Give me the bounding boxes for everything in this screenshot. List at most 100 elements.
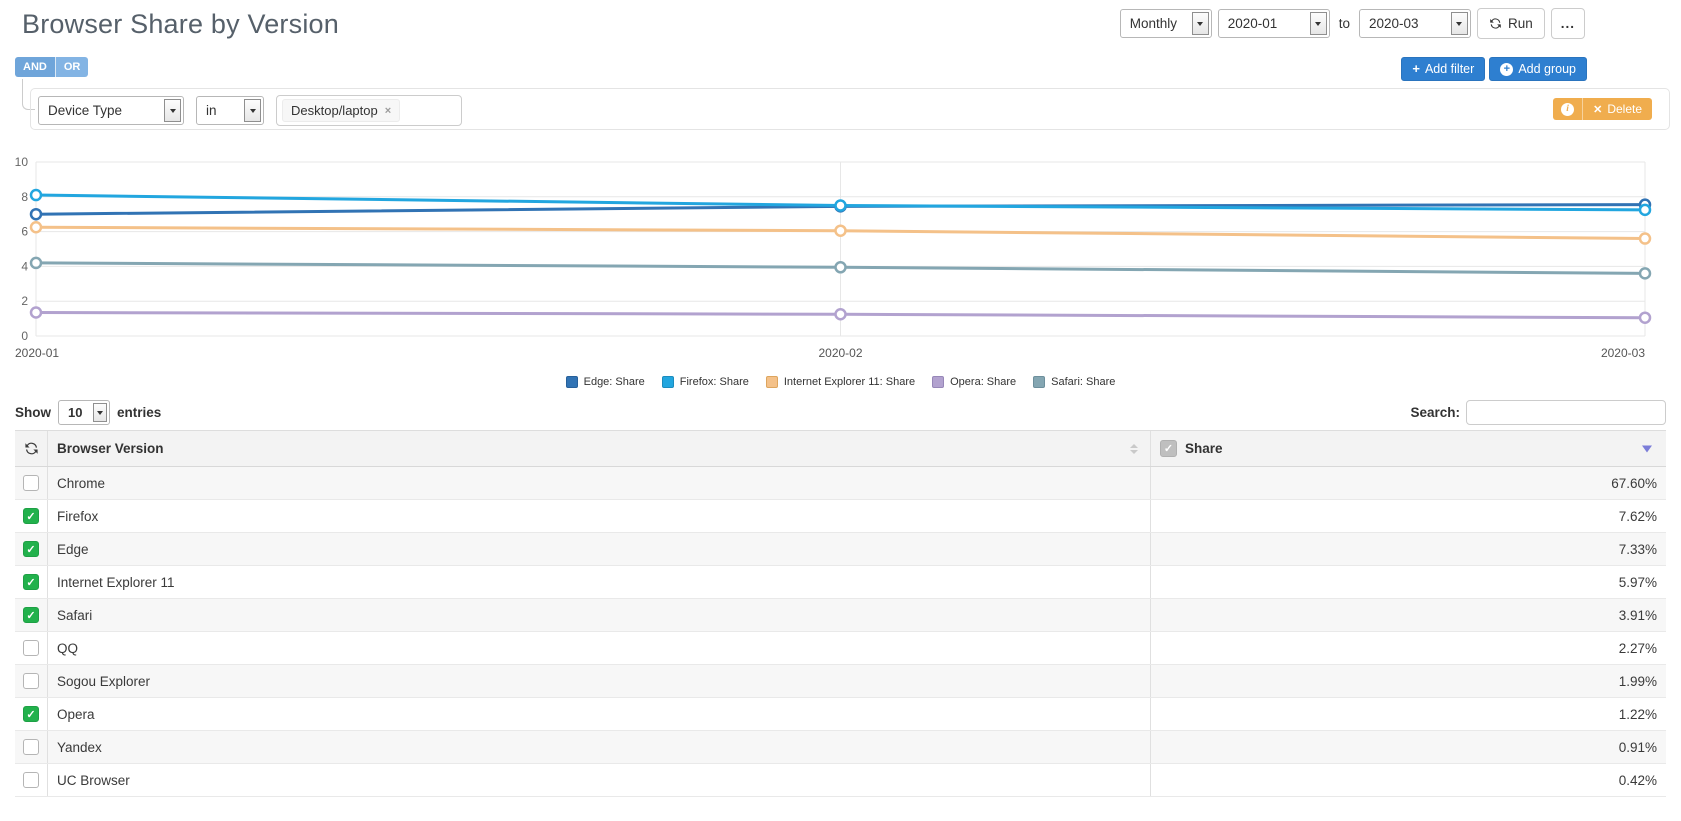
delete-filter-button[interactable]: ✕ Delete [1583, 102, 1652, 116]
filter-group-panel: Device Type in Desktop/laptop × i ✕ Dele… [30, 88, 1670, 130]
search-input[interactable] [1466, 400, 1666, 425]
add-group-button[interactable]: + Add group [1489, 57, 1587, 81]
sort-icon[interactable] [1130, 443, 1138, 454]
granularity-select[interactable]: Monthly [1119, 9, 1212, 38]
chevron-down-icon[interactable] [244, 99, 261, 122]
share-header-label: Share [1185, 441, 1223, 456]
row-checkbox-unchecked[interactable] [23, 772, 39, 788]
svg-text:0: 0 [21, 329, 28, 343]
browser-version-column-header[interactable]: Browser Version [48, 431, 1150, 466]
browser-version-header-label: Browser Version [57, 441, 164, 456]
legend-item[interactable]: Internet Explorer 11: Share [765, 376, 915, 388]
or-toggle[interactable]: OR [55, 57, 89, 77]
table-row: Sogou Explorer 1.99% [15, 665, 1666, 698]
svg-text:6: 6 [21, 225, 28, 239]
date-to-value: 2020-03 [1368, 16, 1419, 31]
row-checkbox-checked[interactable]: ✓ [23, 574, 39, 590]
add-group-label: Add group [1518, 62, 1576, 76]
browser-name-cell: Safari [57, 607, 93, 623]
browser-name-cell: Sogou Explorer [57, 673, 151, 689]
filter-value-tag: Desktop/laptop × [282, 99, 401, 122]
close-icon: ✕ [1593, 103, 1603, 116]
table-row: Chrome 67.60% [15, 467, 1666, 500]
table-body: Chrome 67.60% ✓ Firefox 7.62% ✓ Edge 7.33% ✓ Inte… [15, 467, 1666, 797]
row-checkbox-checked[interactable]: ✓ [23, 508, 39, 524]
row-checkbox-unchecked[interactable] [23, 673, 39, 689]
legend-swatch [765, 376, 778, 388]
row-checkbox-unchecked[interactable] [23, 739, 39, 755]
legend-item[interactable]: Edge: Share [565, 376, 645, 388]
share-value-cell: 7.62% [1150, 500, 1666, 532]
and-toggle[interactable]: AND [15, 57, 56, 77]
legend-label: Edge: Share [583, 376, 645, 388]
share-column-header[interactable]: ✓ Share [1150, 431, 1666, 466]
page-size-control: Show 10 entries [15, 400, 161, 425]
table-row: ✓ Safari 3.91% [15, 599, 1666, 632]
filter-operator-value: in [206, 103, 217, 118]
row-select-cell [15, 632, 48, 664]
row-checkbox-checked[interactable]: ✓ [23, 706, 39, 722]
row-select-cell: ✓ [15, 566, 48, 598]
filter-field-value: Device Type [48, 103, 123, 118]
browser-name-cell: Yandex [57, 739, 102, 755]
filter-operator-select[interactable]: in [196, 96, 264, 125]
legend-item[interactable]: Opera: Share [932, 376, 1016, 388]
refresh-icon[interactable] [24, 441, 39, 456]
legend-swatch [1033, 376, 1046, 388]
date-from-select[interactable]: 2020-01 [1217, 9, 1330, 38]
chevron-down-icon[interactable] [1450, 12, 1468, 35]
row-checkbox-unchecked[interactable] [23, 640, 39, 656]
report-page: Browser Share by Version Monthly 2020-01… [0, 0, 1681, 821]
circle-plus-icon: + [1500, 62, 1514, 76]
legend-label: Firefox: Share [679, 376, 749, 388]
chevron-down-icon[interactable] [1309, 12, 1327, 35]
share-value-cell: 7.33% [1150, 533, 1666, 565]
more-options-button[interactable]: ... [1550, 8, 1585, 39]
share-value-cell: 0.91% [1150, 731, 1666, 763]
row-select-cell: ✓ [15, 500, 48, 532]
chart-legend: Edge: Share Firefox: Share Internet Explor… [15, 376, 1666, 388]
row-checkbox-checked[interactable]: ✓ [23, 607, 39, 623]
filter-info-button[interactable]: i [1553, 98, 1584, 120]
browser-share-table: Browser Version ✓ Share Chrome 67.60% ✓ Fir… [15, 430, 1666, 797]
svg-text:2020-01: 2020-01 [15, 346, 59, 360]
row-checkbox-unchecked[interactable] [23, 475, 39, 491]
browser-name-cell: Opera [57, 706, 95, 722]
share-line-chart: 0 2 4 6 8 10 2020-01 2020-02 2020-03 [15, 155, 1652, 360]
sort-descending-icon[interactable] [1642, 445, 1652, 452]
row-select-cell: ✓ [15, 533, 48, 565]
share-value-cell: 1.99% [1150, 665, 1666, 697]
svg-text:8: 8 [21, 190, 28, 204]
show-label: Show [15, 405, 51, 420]
table-row: ✓ Opera 1.22% [15, 698, 1666, 731]
svg-text:4: 4 [21, 259, 28, 273]
add-filter-button[interactable]: + Add filter [1401, 57, 1486, 81]
select-all-checkbox[interactable]: ✓ [1160, 440, 1177, 457]
row-checkbox-checked[interactable]: ✓ [23, 541, 39, 557]
info-icon: i [1561, 102, 1575, 116]
run-label: Run [1507, 16, 1533, 31]
run-button[interactable]: Run [1476, 8, 1545, 39]
remove-tag-icon[interactable]: × [385, 105, 391, 117]
legend-swatch [661, 376, 674, 388]
chevron-down-icon[interactable] [164, 99, 181, 122]
chevron-down-icon[interactable] [1191, 12, 1209, 35]
table-row: ✓ Internet Explorer 11 5.97% [15, 566, 1666, 599]
row-select-cell [15, 467, 48, 499]
table-row: ✓ Firefox 7.62% [15, 500, 1666, 533]
svg-text:2020-02: 2020-02 [818, 346, 862, 360]
page-size-select[interactable]: 10 [58, 400, 110, 425]
filter-value-input[interactable]: Desktop/laptop × [276, 95, 462, 126]
add-filter-label: Add filter [1424, 62, 1475, 76]
filter-field-select[interactable]: Device Type [38, 96, 184, 125]
svg-text:2: 2 [21, 294, 28, 308]
refresh-column-header[interactable] [15, 431, 48, 466]
legend-swatch [932, 376, 945, 388]
chevron-down-icon[interactable] [93, 403, 107, 422]
legend-item[interactable]: Safari: Share [1033, 376, 1115, 388]
legend-swatch [565, 376, 578, 388]
date-to-select[interactable]: 2020-03 [1358, 9, 1471, 38]
page-title: Browser Share by Version [22, 9, 339, 39]
row-select-cell [15, 665, 48, 697]
legend-item[interactable]: Firefox: Share [661, 376, 749, 388]
